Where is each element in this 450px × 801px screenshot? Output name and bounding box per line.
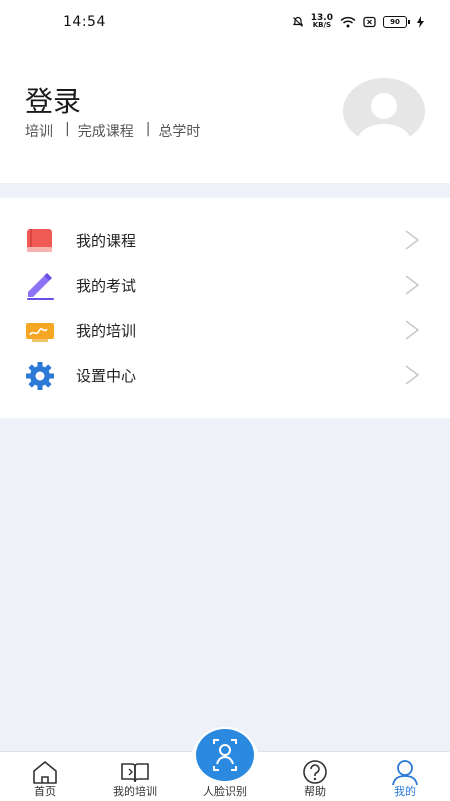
- training-icon: [26, 323, 54, 342]
- charging-icon: [417, 16, 424, 28]
- menu-item-my-training[interactable]: 我的培训: [0, 308, 450, 353]
- tab-help[interactable]: 帮助: [270, 752, 360, 801]
- chevron-right-icon: [405, 275, 420, 295]
- status-time: 14:54: [63, 14, 106, 30]
- sim-off-icon: [363, 16, 376, 28]
- menu-label: 我的考试: [76, 277, 137, 295]
- tab-label: 帮助: [304, 785, 326, 798]
- menu-label: 我的培训: [76, 322, 137, 340]
- tab-home[interactable]: 首页: [0, 752, 90, 801]
- menu-label: 我的课程: [76, 232, 137, 250]
- tab-label: 首页: [34, 785, 56, 798]
- stat-completed-courses: 完成课程: [77, 124, 134, 140]
- face-recognition-icon: [213, 739, 237, 771]
- menu-item-my-courses[interactable]: 我的课程: [0, 218, 450, 263]
- battery-indicator: 90: [383, 16, 410, 28]
- status-bar: 14:54 13.0 KB/S 90: [0, 0, 450, 46]
- face-recognition-label: 人脸识别: [203, 785, 247, 798]
- open-book-icon: [121, 763, 149, 783]
- pencil-icon: [27, 273, 54, 300]
- tab-label: 我的: [394, 785, 416, 798]
- stat-separator: |: [65, 121, 70, 137]
- avatar[interactable]: [343, 78, 425, 144]
- menu-item-settings[interactable]: 设置中心: [0, 353, 450, 398]
- status-icons: 13.0 KB/S 90: [292, 13, 424, 31]
- stat-training: 培训: [25, 124, 53, 140]
- tab-label: 我的培训: [113, 785, 157, 798]
- stat-separator: |: [145, 121, 151, 137]
- profile-header: 登录 培训 | 完成课程 | 总学时: [0, 46, 450, 183]
- menu-label: 设置中心: [76, 367, 137, 385]
- chevron-right-icon: [405, 365, 420, 385]
- chevron-right-icon: [405, 230, 420, 250]
- chevron-right-icon: [405, 320, 420, 340]
- menu-list: 我的课程 我的考试 我的培训 设置中心: [0, 198, 450, 418]
- avatar-placeholder-icon: [358, 93, 410, 144]
- menu-item-my-exams[interactable]: 我的考试: [0, 263, 450, 308]
- book-icon: [27, 229, 52, 252]
- face-recognition-button[interactable]: [196, 729, 254, 781]
- bell-muted-icon: [292, 16, 303, 27]
- wifi-icon: [340, 16, 356, 28]
- home-icon: [33, 761, 57, 784]
- network-speed: 13.0 KB/S: [310, 13, 333, 29]
- user-icon: [392, 760, 418, 785]
- profile-stats: 培训 | 完成课程 | 总学时: [25, 121, 212, 141]
- tab-mine[interactable]: 我的: [360, 752, 450, 801]
- gear-icon: [26, 362, 54, 390]
- login-title[interactable]: 登录: [25, 80, 81, 120]
- stat-total-hours: 总学时: [158, 124, 201, 140]
- help-icon: [303, 760, 327, 784]
- tab-my-training[interactable]: 我的培训: [90, 752, 180, 801]
